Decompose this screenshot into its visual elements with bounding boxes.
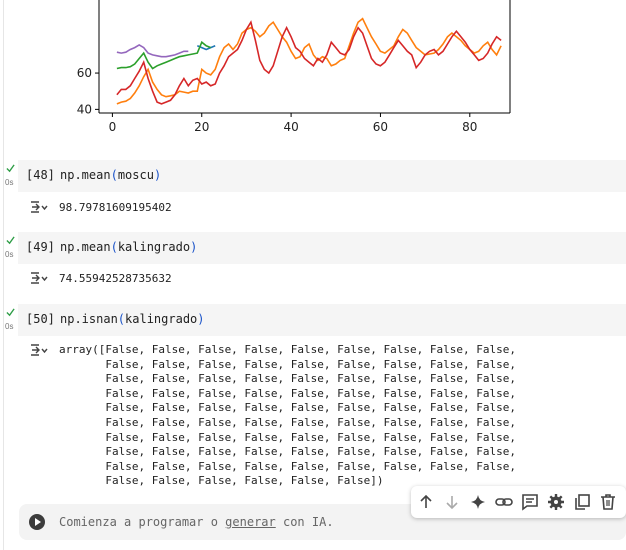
cell-status: 0s [0, 160, 18, 192]
code-line[interactable]: np.mean(kalingrado) [60, 240, 197, 254]
ai-assist-button[interactable] [468, 492, 488, 512]
mirror-cell-icon [575, 494, 590, 510]
code-paren-open: ( [110, 168, 118, 182]
series-line-red [116, 20, 502, 105]
exec-time: 0s [5, 250, 14, 259]
sparkle-icon [471, 495, 485, 509]
output-toggle-icon[interactable] [30, 343, 48, 357]
cell-toolbar [411, 486, 626, 518]
cell-output: array([False, False, False, False, False… [59, 343, 516, 488]
check-icon [6, 236, 15, 245]
cell-output: 98.79781609195402 [59, 201, 172, 214]
check-icon [6, 308, 15, 317]
exec-time: 0s [5, 178, 14, 187]
cell-settings-button[interactable] [546, 492, 566, 512]
line-chart: 0 20 40 60 80 40 60 [77, 0, 511, 134]
code-cell[interactable]: [49] np.mean(kalingrado) [18, 232, 626, 264]
code-line[interactable]: np.mean(moscu) [60, 168, 161, 182]
prompt-text-before: Comienza a programar o [59, 515, 226, 529]
prompt-text-after: con IA. [275, 515, 334, 529]
x-tick-label: 20 [194, 120, 209, 134]
code-paren-close: ) [153, 168, 162, 182]
generate-link[interactable]: generar [225, 515, 276, 529]
x-tick-label: 60 [373, 120, 388, 134]
run-cell-button[interactable] [29, 514, 45, 530]
code-cell[interactable]: [48] np.mean(moscu) [18, 160, 626, 192]
y-tick-label: 40 [77, 102, 92, 116]
link-icon [495, 498, 513, 506]
x-tick-label: 40 [283, 120, 298, 134]
check-icon [6, 164, 15, 173]
code-function: np.mean [60, 168, 111, 182]
add-comment-button[interactable] [520, 492, 540, 512]
code-line[interactable]: np.isnan(kalingrado) [60, 312, 205, 326]
code-paren-open: ( [110, 240, 118, 254]
cell-output: 74.55942528735632 [59, 272, 172, 285]
exec-time: 0s [5, 322, 14, 331]
y-tick-label: 60 [77, 66, 92, 80]
x-tick-label: 80 [462, 120, 477, 134]
code-paren-open: ( [117, 312, 126, 326]
plot-lines [116, 17, 502, 105]
code-function: np.mean [60, 240, 111, 254]
execution-count: [50] [26, 312, 55, 326]
prompt-placeholder[interactable]: Comienza a programar o generar con IA. [59, 515, 334, 529]
trash-icon [601, 494, 615, 510]
code-paren-close: ) [190, 240, 198, 254]
comment-icon [522, 494, 538, 511]
arrow-up-icon [420, 494, 432, 508]
code-cell[interactable]: [50] np.isnan(kalingrado) [18, 304, 626, 336]
cell-status: 0s [0, 304, 18, 336]
execution-count: [49] [26, 240, 55, 254]
output-toggle-icon[interactable] [30, 271, 48, 285]
code-function: np.isnan [60, 312, 118, 326]
move-up-button[interactable] [416, 492, 436, 512]
code-paren-close: ) [197, 312, 205, 326]
arrow-down-icon [446, 496, 458, 510]
gear-icon [548, 494, 564, 510]
copy-link-button[interactable] [494, 492, 514, 512]
move-down-button[interactable] [442, 492, 462, 512]
series-line-purple [116, 43, 189, 58]
cell-status: 0s [0, 232, 18, 264]
x-tick-label: 0 [109, 120, 117, 134]
code-argument: moscu [117, 168, 154, 182]
series-line-green [116, 40, 211, 70]
mirror-cell-button[interactable] [572, 492, 592, 512]
delete-cell-button[interactable] [598, 492, 618, 512]
output-toggle-icon[interactable] [30, 200, 48, 214]
code-argument: kalingrado [117, 240, 191, 254]
execution-count: [48] [26, 168, 55, 182]
code-argument: kalingrado [125, 312, 198, 326]
